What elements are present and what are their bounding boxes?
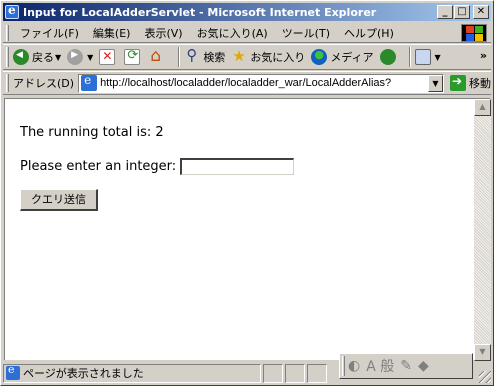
ime-input-icon[interactable]: ◐ <box>348 358 360 374</box>
address-bar: アドレス(D) http://localhost/localadder/loca… <box>3 71 491 95</box>
ime-pad-icon[interactable]: ✎ <box>400 358 412 374</box>
close-button[interactable]: ✕ <box>473 5 489 19</box>
address-grip[interactable] <box>6 74 9 92</box>
home-button[interactable] <box>149 46 168 66</box>
stop-icon <box>99 49 116 65</box>
media-icon <box>311 48 328 65</box>
status-text: ページが表示されました <box>23 367 144 380</box>
menu-grip[interactable] <box>6 24 9 41</box>
go-button[interactable]: 移動 <box>450 74 491 91</box>
ime-help-icon[interactable]: ◆ <box>418 358 429 374</box>
integer-input[interactable] <box>180 158 295 175</box>
standard-toolbar: 戻る ▼ ▼ 検索 お気に入り メディア <box>3 44 491 70</box>
forward-dropdown-icon[interactable]: ▼ <box>87 53 93 62</box>
ie-icon <box>5 3 19 19</box>
back-arrow-icon <box>13 49 29 65</box>
forward-arrow-icon <box>67 49 84 65</box>
ime-language-bar[interactable]: ◐ A 般 ✎ ◆ <box>339 353 473 379</box>
home-icon <box>149 46 165 66</box>
menu-tools[interactable]: ツール(T) <box>275 25 337 41</box>
input-row: Please enter an integer: <box>20 158 459 175</box>
title-bar: Input for LocalAdderServlet - Microsoft … <box>3 3 491 21</box>
ime-mode-text[interactable]: A 般 <box>366 356 394 376</box>
scroll-up-icon[interactable]: ▲ <box>474 99 491 116</box>
history-icon <box>379 49 396 65</box>
toolbar-grip[interactable] <box>6 47 9 67</box>
ime-grip[interactable] <box>342 356 345 376</box>
toolbar-overflow-chevron[interactable]: » <box>480 49 487 62</box>
maximize-button[interactable]: □ <box>454 5 470 19</box>
menu-help[interactable]: ヘルプ(H) <box>337 25 401 41</box>
toolbar-separator <box>408 47 411 67</box>
stop-button[interactable] <box>99 49 118 65</box>
page-content: The running total is: 2 Please enter an … <box>4 98 491 361</box>
refresh-icon <box>124 48 141 65</box>
status-main-pane: ページが表示されました <box>3 363 261 383</box>
media-button[interactable]: メディア <box>311 48 374 65</box>
media-label: メディア <box>330 51 374 64</box>
resize-grip[interactable] <box>479 371 491 383</box>
favorites-button[interactable]: お気に入り <box>231 47 306 65</box>
windows-logo-icon <box>461 24 487 42</box>
menu-edit[interactable]: 編集(E) <box>86 25 138 41</box>
window-title: Input for LocalAdderServlet - Microsoft … <box>23 5 377 19</box>
toolbar-separator <box>178 47 181 67</box>
submit-query-button[interactable]: クエリ送信 <box>20 189 98 211</box>
address-field[interactable]: http://localhost/localadder/localadder_w… <box>78 73 444 93</box>
status-pane <box>285 363 305 383</box>
search-label: 検索 <box>203 51 226 64</box>
browser-window: Input for LocalAdderServlet - Microsoft … <box>0 0 494 386</box>
status-pane <box>307 363 327 383</box>
integer-prompt: Please enter an integer: <box>20 159 177 174</box>
search-button[interactable]: 検索 <box>184 46 226 65</box>
menu-favorites[interactable]: お気に入り(A) <box>190 25 275 41</box>
menu-view[interactable]: 表示(V) <box>137 25 189 41</box>
favorites-label: お気に入り <box>250 51 306 64</box>
scroll-down-icon[interactable]: ▼ <box>474 344 491 361</box>
favorites-star-icon <box>231 47 247 65</box>
running-total-text: The running total is: 2 <box>20 125 164 140</box>
page-body: The running total is: 2 Please enter an … <box>5 99 474 361</box>
minimize-button[interactable]: _ <box>437 5 453 19</box>
go-arrow-icon <box>450 74 466 91</box>
back-label: 戻る <box>32 51 54 64</box>
address-url[interactable]: http://localhost/localadder/localadder_w… <box>100 77 428 89</box>
address-dropdown-icon[interactable]: ▼ <box>428 74 443 92</box>
mail-dropdown-icon[interactable]: ▼ <box>435 53 441 62</box>
refresh-button[interactable] <box>124 48 143 65</box>
menu-bar: ファイル(F) 編集(E) 表示(V) お気に入り(A) ツール(T) ヘルプ(… <box>3 23 491 43</box>
forward-button[interactable]: ▼ <box>67 49 93 65</box>
address-label: アドレス(D) <box>13 77 75 90</box>
page-done-icon <box>6 363 20 380</box>
back-button[interactable]: 戻る ▼ <box>13 49 61 65</box>
menu-file[interactable]: ファイル(F) <box>13 25 86 41</box>
status-pane <box>263 363 283 383</box>
go-label: 移動 <box>469 77 491 90</box>
back-dropdown-icon[interactable]: ▼ <box>55 53 61 62</box>
vertical-scrollbar[interactable]: ▲ ▼ <box>474 99 491 361</box>
history-button[interactable] <box>379 49 399 65</box>
mail-icon <box>414 49 431 65</box>
page-icon <box>81 73 98 91</box>
search-icon <box>184 46 200 65</box>
mail-button[interactable]: ▼ <box>414 49 441 65</box>
